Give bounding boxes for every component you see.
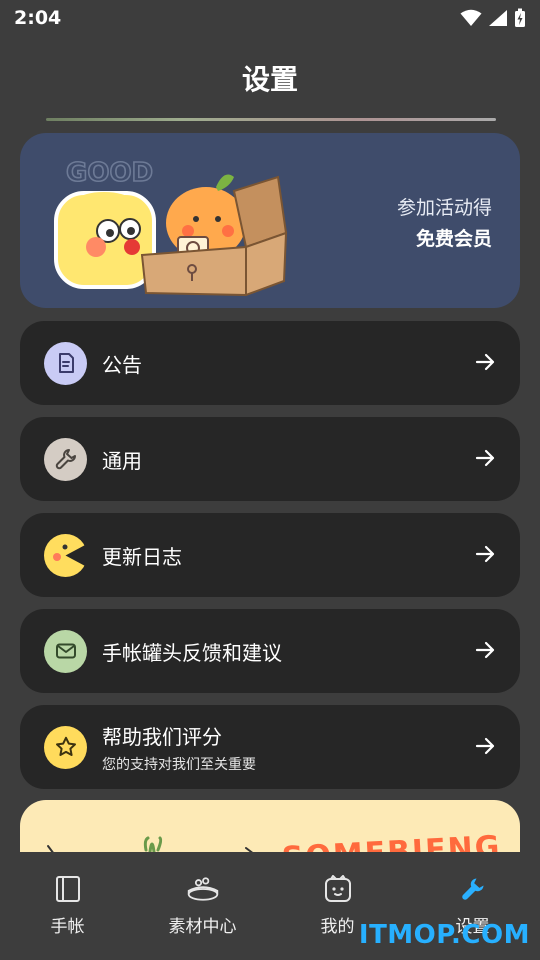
nav-item-materials[interactable]: 素材中心	[135, 852, 270, 960]
menu-label: 帮助我们评分	[102, 724, 222, 749]
face-icon	[321, 872, 355, 906]
promo-line2: 免费会员	[415, 228, 492, 250]
menu-item-feedback[interactable]: 手帐罐头反馈和建议	[20, 609, 520, 693]
menu-label: 更新日志	[102, 544, 182, 569]
promo-line1: 参加活动得	[396, 197, 492, 219]
promo-banner[interactable]: GOOD 参加活动得 免费会员	[20, 133, 520, 308]
menu-item-announcement[interactable]: 公告	[20, 321, 520, 405]
signal-icon	[489, 10, 507, 26]
status-time: 2:04	[14, 7, 62, 29]
menu-item-general[interactable]: 通用	[20, 417, 520, 501]
decorative-divider	[46, 118, 496, 121]
nav-item-notebook[interactable]: 手帐	[0, 852, 135, 960]
pacman-icon	[44, 533, 87, 577]
arrow-right-icon	[475, 449, 495, 467]
arrow-right-icon	[475, 641, 495, 659]
status-bar: 2:04	[0, 0, 540, 36]
page-title: 设置	[241, 63, 298, 96]
good-text-decor: GOOD	[66, 158, 153, 188]
mail-icon	[44, 629, 87, 673]
menu-label: 手帐罐头反馈和建议	[102, 640, 282, 665]
materials-icon	[186, 872, 220, 906]
watermark: ITMOP.COM	[358, 920, 530, 950]
promo-illustration: GOOD	[54, 157, 288, 297]
battery-icon	[515, 8, 525, 27]
wifi-icon	[460, 9, 482, 26]
menu-item-rate-us[interactable]: 帮助我们评分 您的支持对我们至关重要	[20, 705, 520, 789]
star-icon	[44, 725, 87, 769]
menu-sublabel: 您的支持对我们至关重要	[102, 756, 256, 773]
menu-item-changelog[interactable]: 更新日志	[20, 513, 520, 597]
arrow-right-icon	[475, 545, 495, 563]
wrench-icon	[44, 437, 87, 481]
nav-label: 我的	[320, 917, 355, 937]
menu-label: 通用	[102, 448, 142, 473]
status-icons	[460, 8, 526, 28]
wrench-icon	[456, 872, 490, 906]
notebook-icon	[51, 872, 85, 906]
arrow-right-icon	[475, 353, 495, 371]
nav-label: 素材中心	[168, 917, 237, 937]
arrow-right-icon	[475, 737, 495, 755]
document-icon	[44, 341, 87, 385]
menu-label: 公告	[102, 352, 142, 377]
promo-text: 参加活动得 免费会员	[397, 193, 492, 255]
nav-label: 手帐	[50, 917, 85, 937]
